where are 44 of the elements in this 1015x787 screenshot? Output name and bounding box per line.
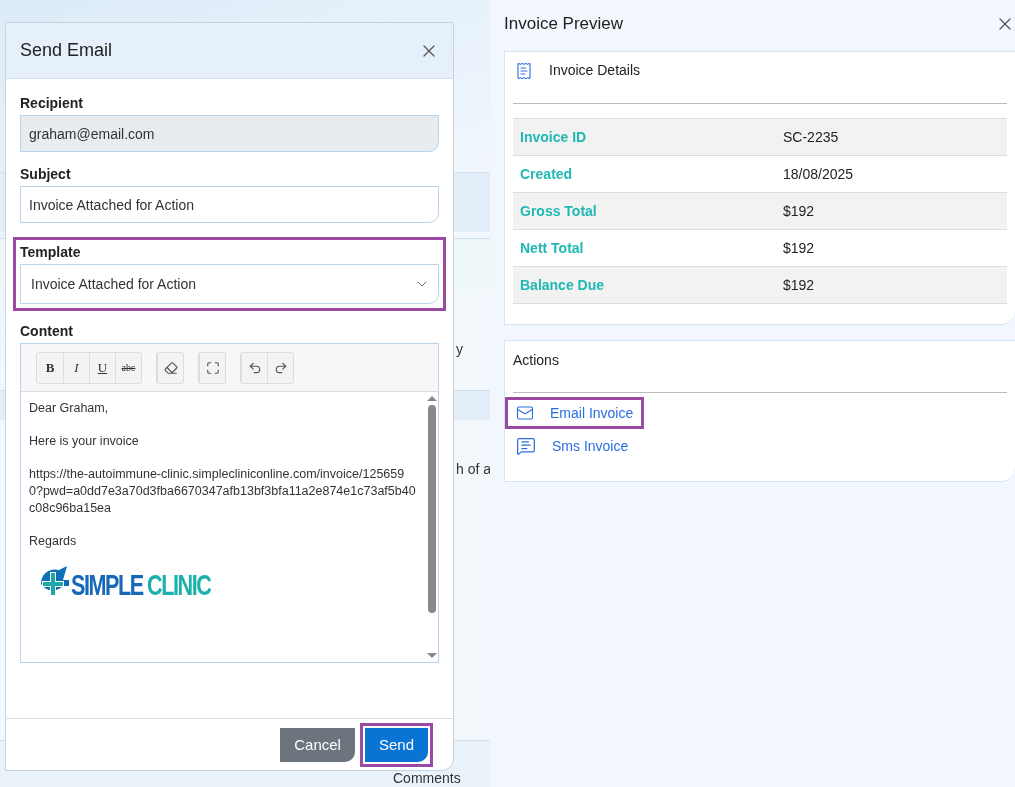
format-button[interactable]: I bbox=[63, 352, 89, 383]
field-label: Recipient bbox=[20, 95, 84, 111]
message-paragraph: Regards bbox=[29, 533, 78, 550]
detail-value: $192 bbox=[783, 240, 816, 256]
action-link[interactable]: Email Invoice bbox=[505, 397, 645, 429]
cancel-button[interactable]: Cancel bbox=[280, 727, 355, 762]
logo-text: SIMPLE bbox=[71, 575, 143, 593]
field-label: Subject bbox=[20, 166, 72, 182]
eraser-icon bbox=[163, 360, 178, 375]
template-dropdown[interactable]: Invoice Attached for Action bbox=[20, 264, 439, 304]
subject-field[interactable]: Invoice Attached for Action bbox=[20, 186, 439, 223]
detail-label: Balance Due bbox=[520, 277, 606, 293]
background-text: Comments bbox=[393, 771, 461, 786]
action-link[interactable]: Sms Invoice bbox=[505, 429, 640, 463]
detail-label: Invoice ID bbox=[520, 129, 588, 145]
content-editor[interactable] bbox=[20, 343, 439, 663]
card-title: Invoice Details bbox=[549, 62, 641, 78]
field-label: Content bbox=[20, 323, 74, 339]
fullscreen-icon bbox=[205, 360, 220, 375]
message-paragraph: Dear Graham, bbox=[29, 400, 110, 417]
chat-bubble-icon bbox=[516, 436, 536, 456]
detail-label: Gross Total bbox=[520, 203, 598, 219]
message-paragraph: Here is your invoice bbox=[29, 433, 140, 450]
panel-title: Invoice Preview bbox=[504, 14, 624, 34]
message-paragraph: https://the-autoimmune-clinic.simplecliniconline.com/invoice/1256590?pwd=a0dd7e3a70d3fba6670347afb13bf3bfa11a2e874e1c73af5b40c08c96ba15ea bbox=[29, 466, 417, 517]
detail-value: 18/08/2025 bbox=[783, 166, 855, 182]
redo-icon bbox=[273, 360, 288, 375]
logo-text: CLINIC bbox=[146, 575, 211, 593]
detail-label: Created bbox=[520, 166, 574, 182]
dialog-title: Send Email bbox=[20, 40, 113, 61]
receipt-icon bbox=[515, 62, 533, 80]
format-button[interactable]: abc bbox=[115, 352, 141, 383]
background-text: y bbox=[456, 342, 463, 357]
undo-icon bbox=[247, 360, 262, 375]
send-button[interactable]: Send bbox=[364, 727, 428, 762]
format-button[interactable]: B bbox=[37, 352, 63, 383]
detail-value: $192 bbox=[783, 277, 816, 293]
field-label: Template bbox=[20, 244, 82, 260]
detail-value: SC-2235 bbox=[783, 129, 840, 145]
envelope-icon bbox=[516, 404, 534, 422]
detail-label: Nett Total bbox=[520, 240, 585, 256]
format-button[interactable]: U bbox=[89, 352, 115, 383]
detail-value: $192 bbox=[783, 203, 816, 219]
card-title: Actions bbox=[513, 352, 559, 368]
